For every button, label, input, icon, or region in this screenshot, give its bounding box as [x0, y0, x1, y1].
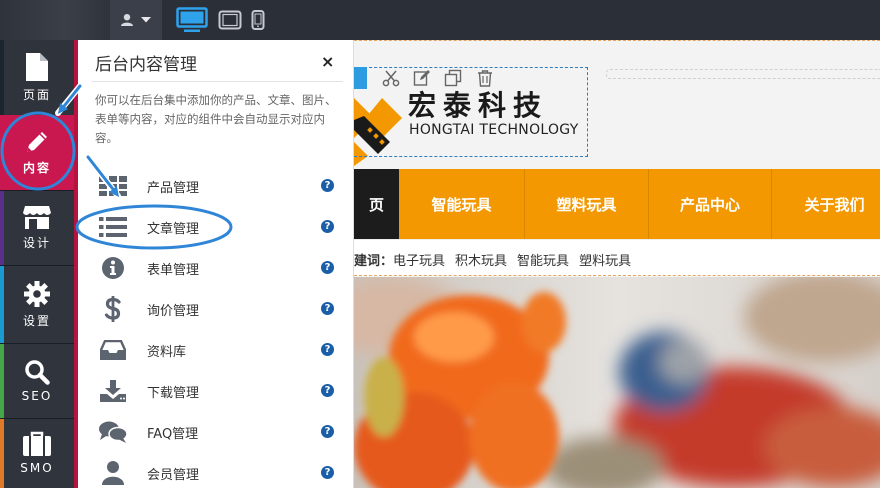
menu-item-faq[interactable]: FAQ管理 ?	[78, 412, 354, 452]
top-left-blank	[0, 0, 110, 40]
website-preview: 宏泰科技 HONGTAI TECHNOLOGY 页 智能玩具 塑料玩具 产品中心…	[354, 40, 880, 488]
top-toolbar	[0, 0, 880, 40]
empty-module-frame[interactable]	[606, 69, 880, 79]
inbox-icon	[98, 336, 128, 364]
sidebar-item-design[interactable]: 设计	[0, 190, 74, 265]
hero-banner-image	[354, 277, 880, 488]
site-nav-plastic-toys[interactable]: 塑料玩具	[525, 169, 648, 239]
gear-icon	[24, 280, 50, 307]
keyword-label: 建词：	[354, 254, 394, 269]
site-nav-about-us[interactable]: 关于我们	[772, 169, 880, 239]
edit-handle[interactable]	[354, 67, 367, 89]
caret-down-icon	[141, 17, 151, 23]
sidebar-item-label: 内容	[22, 161, 51, 175]
sidebar-item-page[interactable]: 页面	[0, 40, 74, 115]
keyword-bar: 建词：电子玩具 积木玩具 智能玩具 塑料玩具	[354, 239, 880, 276]
menu-item-label: FAQ管理	[147, 427, 199, 442]
tablet-icon	[218, 10, 242, 30]
sidebar-item-label: SMO	[20, 461, 54, 475]
sidebar-divider	[0, 190, 74, 191]
keyword-text: 建词：电子玩具 积木玩具 智能玩具 塑料玩具	[354, 250, 641, 269]
user-menu-button[interactable]	[110, 0, 162, 40]
phone-view-button[interactable]	[250, 0, 266, 40]
phone-icon	[251, 10, 265, 30]
sidebar-item-label: SEO	[21, 388, 53, 403]
sidebar-item-content[interactable]: 内容	[0, 115, 74, 190]
logo-chinese-name: 宏泰科技	[408, 89, 549, 122]
briefcase-icon	[23, 431, 51, 456]
desktop-icon	[176, 7, 208, 32]
keyword-link[interactable]: 电子玩具	[393, 254, 445, 269]
help-icon[interactable]: ?	[321, 179, 334, 192]
site-navigation: 页 智能玩具 塑料玩具 产品中心 关于我们	[354, 169, 880, 239]
menu-item-products[interactable]: 产品管理 ?	[78, 166, 354, 206]
store-icon	[23, 206, 51, 229]
keyword-link[interactable]: 塑料玩具	[579, 254, 631, 269]
page-icon	[26, 53, 48, 81]
menu-item-label: 下载管理	[147, 386, 200, 401]
menu-item-inquiries[interactable]: 询价管理 ?	[78, 289, 354, 329]
editor-window: 页面 内容 设计 设置 SEO SMO 后台内容管理 × 你可以在后台集中添加你…	[0, 0, 880, 488]
sidebar-item-label: 设置	[22, 313, 51, 328]
menu-item-forms[interactable]: 表单管理 ?	[78, 248, 354, 288]
user-icon	[121, 14, 133, 26]
panel-divider	[92, 81, 343, 82]
list-icon	[98, 213, 128, 241]
sidebar-divider	[0, 418, 74, 419]
panel-title: 后台内容管理	[95, 55, 197, 75]
help-icon[interactable]: ?	[321, 343, 334, 356]
menu-item-label: 资料库	[147, 345, 187, 360]
content-management-panel: 后台内容管理 × 你可以在后台集中添加你的产品、文章、图片、表单等内容，对应的组…	[78, 40, 354, 488]
close-button[interactable]: ×	[321, 52, 334, 71]
search-icon	[25, 359, 50, 385]
keyword-link[interactable]: 智能玩具	[517, 254, 569, 269]
info-icon	[98, 254, 128, 282]
menu-item-library[interactable]: 资料库 ?	[78, 330, 354, 370]
scissors-icon[interactable]	[382, 69, 400, 87]
help-icon[interactable]: ?	[321, 220, 334, 233]
menu-item-label: 询价管理	[147, 304, 200, 319]
sidebar-divider	[0, 265, 74, 266]
logo-english-name: HONGTAI TECHNOLOGY	[409, 122, 579, 138]
pencil-icon	[27, 132, 47, 152]
help-icon[interactable]: ?	[321, 425, 334, 438]
menu-item-label: 会员管理	[147, 468, 200, 483]
sidebar-item-seo[interactable]: SEO	[0, 343, 74, 418]
menu-item-label: 表单管理	[147, 263, 200, 278]
member-icon	[98, 459, 128, 487]
sidebar-item-label: 页面	[22, 88, 51, 102]
site-nav-product-center[interactable]: 产品中心	[649, 169, 771, 239]
chat-icon	[98, 418, 128, 446]
sidebar-item-settings[interactable]: 设置	[0, 265, 74, 343]
sidebar-item-smo[interactable]: SMO	[0, 418, 74, 488]
left-sidebar: 页面 内容 设计 设置 SEO SMO	[0, 40, 74, 488]
site-nav-smart-toys[interactable]: 智能玩具	[399, 169, 524, 239]
sidebar-item-label: 设计	[22, 236, 51, 250]
site-header: 宏泰科技 HONGTAI TECHNOLOGY	[354, 40, 880, 169]
desktop-view-button[interactable]	[176, 0, 208, 40]
download-icon	[98, 377, 128, 405]
help-icon[interactable]: ?	[321, 302, 334, 315]
tablet-view-button[interactable]	[218, 0, 242, 40]
menu-item-articles[interactable]: 文章管理 ?	[78, 207, 354, 247]
help-icon[interactable]: ?	[321, 261, 334, 274]
menu-item-members[interactable]: 会员管理 ?	[78, 453, 354, 488]
dollar-icon	[98, 295, 128, 323]
menu-item-downloads[interactable]: 下载管理 ?	[78, 371, 354, 411]
help-icon[interactable]: ?	[321, 466, 334, 479]
keyword-link[interactable]: 积木玩具	[455, 254, 507, 269]
grid-icon	[98, 172, 128, 200]
menu-item-label: 产品管理	[147, 181, 200, 196]
panel-description: 你可以在后台集中添加你的产品、文章、图片、表单等内容，对应的组件中会自动显示对应…	[95, 93, 337, 145]
menu-item-label: 文章管理	[147, 222, 200, 237]
help-icon[interactable]: ?	[321, 384, 334, 397]
sidebar-divider	[0, 343, 74, 344]
site-nav-home[interactable]: 页	[354, 169, 399, 239]
